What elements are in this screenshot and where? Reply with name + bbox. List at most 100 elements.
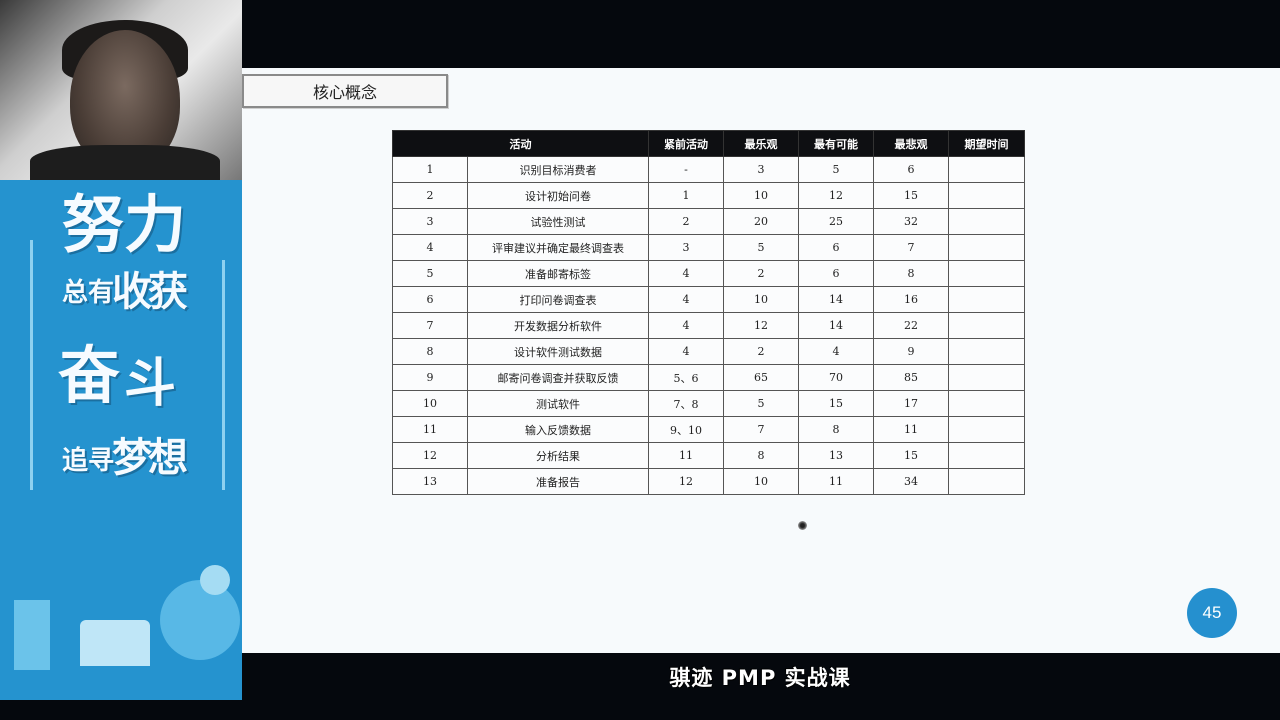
cell-pessimistic: 22 (873, 312, 949, 339)
poster-char-xiang: 想 (148, 435, 188, 481)
cell-predecessor: 4 (648, 286, 724, 313)
poster-deco-circle-small (200, 565, 230, 595)
header-most-likely: 最有可能 (798, 130, 874, 157)
cell-predecessor: 1 (648, 182, 724, 209)
cell-predecessor: 4 (648, 338, 724, 365)
poster-deco-block (14, 600, 50, 670)
cell-expected-time (948, 364, 1025, 391)
table-row: 7 开发数据分析软件 4 12 14 22 (392, 312, 1025, 339)
cell-most-likely: 12 (798, 182, 874, 209)
table-row: 12 分析结果 11 8 13 15 (392, 442, 1025, 469)
poster-deco-line-right (222, 260, 225, 490)
cell-expected-time (948, 156, 1025, 183)
cell-pessimistic: 6 (873, 156, 949, 183)
header-pessimistic: 最悲观 (873, 130, 949, 157)
cell-id: 4 (392, 234, 468, 261)
cell-id: 13 (392, 468, 468, 495)
cell-most-likely: 6 (798, 260, 874, 287)
video-frame: 努 力 总有 收 获 奋 斗 追寻 梦 想 核心概念 活动 紧前活动 最乐观 最… (0, 0, 1280, 720)
cell-id: 8 (392, 338, 468, 365)
cell-expected-time (948, 338, 1025, 365)
table-header-row: 活动 紧前活动 最乐观 最有可能 最悲观 期望时间 (392, 130, 1025, 157)
poster-char-zongyou: 总有 (62, 278, 115, 308)
cell-optimistic: 2 (723, 338, 799, 365)
page-number-badge: 45 (1187, 588, 1237, 638)
cell-predecessor: 11 (648, 442, 724, 469)
cell-expected-time (948, 260, 1025, 287)
table-row: 4 评审建议并确定最终调查表 3 5 6 7 (392, 234, 1025, 261)
cell-activity: 评审建议并确定最终调查表 (467, 234, 649, 261)
cell-activity: 开发数据分析软件 (467, 312, 649, 339)
cell-expected-time (948, 442, 1025, 469)
cell-predecessor: 2 (648, 208, 724, 235)
cell-pessimistic: 85 (873, 364, 949, 391)
cell-optimistic: 10 (723, 286, 799, 313)
cell-activity: 准备报告 (467, 468, 649, 495)
cell-most-likely: 11 (798, 468, 874, 495)
cell-optimistic: 2 (723, 260, 799, 287)
poster-char-li: 力 (124, 188, 187, 261)
cell-most-likely: 6 (798, 234, 874, 261)
cell-optimistic: 65 (723, 364, 799, 391)
poster-char-nu: 努 (62, 188, 125, 261)
cell-predecessor: 4 (648, 260, 724, 287)
cell-expected-time (948, 468, 1025, 495)
table-row: 6 打印问卷调查表 4 10 14 16 (392, 286, 1025, 313)
cell-pessimistic: 15 (873, 442, 949, 469)
cell-id: 3 (392, 208, 468, 235)
table-row: 11 输入反馈数据 9、10 7 8 11 (392, 416, 1025, 443)
cell-pessimistic: 16 (873, 286, 949, 313)
cell-most-likely: 25 (798, 208, 874, 235)
cell-id: 9 (392, 364, 468, 391)
poster-char-zhuixun: 追寻 (62, 446, 115, 476)
cell-most-likely: 14 (798, 312, 874, 339)
cell-most-likely: 15 (798, 390, 874, 417)
cell-predecessor: 9、10 (648, 416, 724, 443)
cell-most-likely: 5 (798, 156, 874, 183)
cell-most-likely: 13 (798, 442, 874, 469)
cell-id: 11 (392, 416, 468, 443)
table-row: 1 识别目标消费者 -3 5 6 (392, 156, 1025, 183)
concept-title-box: 核心概念 (242, 74, 448, 108)
cell-activity: 输入反馈数据 (467, 416, 649, 443)
cell-expected-time (948, 182, 1025, 209)
cell-predecessor: 12 (648, 468, 724, 495)
poster-char-huo: 获 (148, 269, 188, 315)
cell-optimistic: 5 (723, 234, 799, 261)
cell-expected-time (948, 390, 1025, 417)
cell-optimistic: 20 (723, 208, 799, 235)
cell-id: 10 (392, 390, 468, 417)
cell-id: 7 (392, 312, 468, 339)
poster-char-fen: 奋 (58, 339, 121, 412)
cell-most-likely: 14 (798, 286, 874, 313)
cell-optimistic: 5 (723, 390, 799, 417)
left-panel: 努 力 总有 收 获 奋 斗 追寻 梦 想 (0, 0, 242, 700)
cell-predecessor: 7、8 (648, 390, 724, 417)
cell-predecessor: - (648, 156, 724, 183)
cell-pessimistic: 11 (873, 416, 949, 443)
cell-id: 1 (392, 156, 468, 183)
header-expected-time: 期望时间 (948, 130, 1025, 157)
cell-pessimistic: 9 (873, 338, 949, 365)
header-optimistic: 最乐观 (723, 130, 799, 157)
cell-optimistic: 10 (723, 182, 799, 209)
table-row: 2 设计初始问卷 1 10 12 15 (392, 182, 1025, 209)
activity-estimate-table: 活动 紧前活动 最乐观 最有可能 最悲观 期望时间 1 识别目标消费者 -3 5 6 2 设… (392, 130, 1025, 495)
poster-char-shou: 收 (112, 269, 152, 315)
table-row: 13 准备报告 12 10 11 34 (392, 468, 1025, 495)
book-icon (80, 620, 150, 666)
cell-optimistic: 8 (723, 442, 799, 469)
cell-expected-time (948, 286, 1025, 313)
header-predecessor: 紧前活动 (648, 130, 724, 157)
presenter-shirt (30, 145, 220, 185)
cell-activity: 识别目标消费者 (467, 156, 649, 183)
course-caption: 骐迹 PMP 实战课 (669, 666, 851, 690)
table-row: 3 试验性测试 2 20 25 32 (392, 208, 1025, 235)
cell-pessimistic: 15 (873, 182, 949, 209)
cell-pessimistic: 32 (873, 208, 949, 235)
cell-activity: 试验性测试 (467, 208, 649, 235)
cell-pessimistic: 17 (873, 390, 949, 417)
cell-id: 2 (392, 182, 468, 209)
cell-pessimistic: 7 (873, 234, 949, 261)
cell-activity: 准备邮寄标签 (467, 260, 649, 287)
